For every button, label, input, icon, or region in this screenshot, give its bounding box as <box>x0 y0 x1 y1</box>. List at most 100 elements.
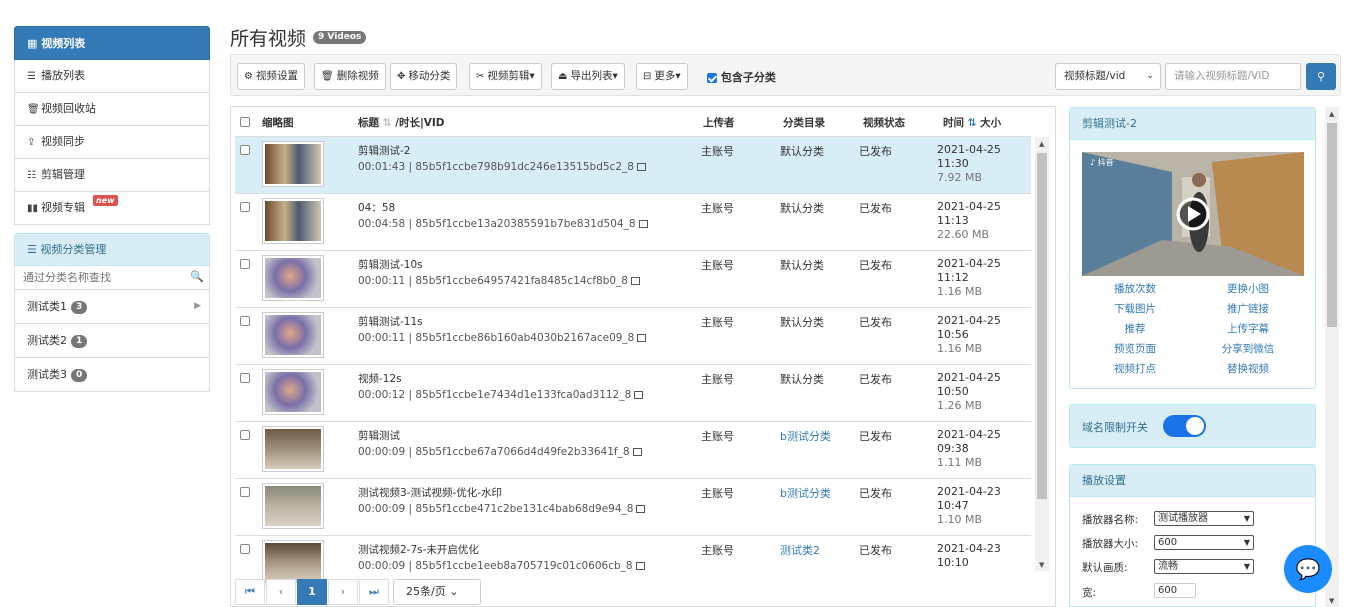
checkbox-checked[interactable] <box>707 73 717 83</box>
video-settings-button[interactable]: ⚙ 视频设置 <box>237 63 305 90</box>
search-button[interactable]: ⚲ <box>1306 63 1336 90</box>
category-search-input[interactable] <box>15 266 209 288</box>
video-title[interactable]: 测试视频3-测试视频-优化-水印 <box>358 485 502 500</box>
preview-page-link[interactable]: 预览页面 <box>1080 341 1190 356</box>
table-row[interactable]: 剪辑测试 00:00:09 | 85b5f1ccbe67a7066d4d49fe2… <box>235 421 1031 478</box>
video-title[interactable]: 剪辑测试-10s <box>358 257 423 272</box>
scrollbar-thumb[interactable] <box>1037 153 1047 499</box>
sort-icon[interactable]: ⇅ <box>379 117 395 129</box>
video-title[interactable]: 剪辑测试-11s <box>358 314 423 329</box>
table-row[interactable]: 04：58 00:04:58 | 85b5f1ccbe13a20385591b7b… <box>235 193 1031 250</box>
video-thumbnail[interactable] <box>262 255 324 301</box>
search-field-select[interactable]: 视频标题/vid ⌄ <box>1055 63 1161 90</box>
sidebar-header-video-list[interactable]: ▦ 视频列表 <box>14 26 210 60</box>
prev-page-button[interactable]: ‹ <box>266 579 296 605</box>
category-manage-header[interactable]: ☰ 视频分类管理 <box>14 233 210 266</box>
change-thumbnail-link[interactable]: 更换小图 <box>1193 281 1303 296</box>
export-list-dropdown[interactable]: ⏏ 导出列表▾ <box>551 63 625 90</box>
table-row[interactable]: 视频-12s 00:00:12 | 85b5f1ccbe1e7434d1e133f… <box>235 364 1031 421</box>
copy-icon[interactable] <box>637 334 647 342</box>
copy-icon[interactable] <box>638 220 648 228</box>
chat-button[interactable]: 💬 <box>1284 545 1332 593</box>
sidebar-item-sync[interactable]: ⇪ 视频同步 <box>14 126 210 159</box>
table-scrollbar[interactable]: ▲ ▼ <box>1035 137 1049 571</box>
video-title[interactable]: 视频-12s <box>358 371 402 386</box>
sort-desc-icon[interactable]: ⇅ <box>964 117 980 129</box>
row-checkbox[interactable] <box>240 145 250 155</box>
row-checkbox[interactable] <box>240 487 250 497</box>
video-title[interactable]: 测试视频2-7s-未开启优化 <box>358 542 479 557</box>
move-category-button[interactable]: ✥ 移动分类 <box>390 63 458 90</box>
upload-subtitle-link[interactable]: 上传字幕 <box>1193 321 1303 336</box>
video-thumbnail[interactable] <box>262 369 324 415</box>
sidebar-item-recycle[interactable]: 🗑视频回收站 <box>14 93 210 126</box>
select-all-checkbox[interactable] <box>240 117 250 127</box>
video-category[interactable]: b测试分类 <box>780 428 831 444</box>
row-checkbox[interactable] <box>240 373 250 383</box>
video-thumbnail[interactable] <box>262 198 324 244</box>
video-thumbnail[interactable] <box>262 312 324 358</box>
row-checkbox[interactable] <box>240 259 250 269</box>
sidebar-item-playlist[interactable]: ☰ 播放列表 <box>14 60 210 93</box>
page-1-button[interactable]: 1 <box>297 579 327 605</box>
video-markers-link[interactable]: 视频打点 <box>1080 361 1190 376</box>
col-title[interactable]: 标题 ⇅ /时长|VID <box>358 115 445 130</box>
video-title[interactable]: 剪辑测试 <box>358 428 400 443</box>
copy-icon[interactable] <box>634 391 644 399</box>
copy-icon[interactable] <box>632 448 642 456</box>
more-dropdown[interactable]: ⊟ 更多▾ <box>636 63 688 90</box>
recommend-link[interactable]: 推荐 <box>1080 321 1190 336</box>
table-row[interactable]: 剪辑测试-2 00:01:43 | 85b5f1ccbe798b91dc246e1… <box>235 136 1031 193</box>
delete-video-button[interactable]: 🗑 删除视频 <box>314 63 386 90</box>
per-page-select[interactable]: 25条/页 ⌄ <box>393 579 481 605</box>
video-thumbnail[interactable] <box>262 483 324 529</box>
category-item-3[interactable]: 测试类3 0 <box>14 358 210 392</box>
quality-select[interactable]: 流畅 ▼ <box>1154 559 1254 574</box>
width-input[interactable]: 600 <box>1154 583 1196 598</box>
video-title[interactable]: 04：58 <box>358 200 395 215</box>
caret-right-icon[interactable]: ▶ <box>194 290 201 323</box>
scroll-down-icon[interactable]: ▼ <box>1329 597 1334 605</box>
row-checkbox[interactable] <box>240 430 250 440</box>
col-time[interactable]: 时间 ⇅ 大小 <box>943 115 1001 130</box>
video-category[interactable]: b测试分类 <box>780 485 831 501</box>
replace-video-link[interactable]: 替换视频 <box>1193 361 1303 376</box>
download-image-link[interactable]: 下载图片 <box>1080 301 1190 316</box>
scrollbar-thumb[interactable] <box>1327 123 1337 327</box>
search-input[interactable]: 请输入视频标题/VID <box>1165 63 1301 90</box>
page-scrollbar[interactable]: ▲ ▼ <box>1325 107 1339 607</box>
table-row[interactable]: 测试视频3-测试视频-优化-水印 00:00:09 | 85b5f1ccbe471… <box>235 478 1031 535</box>
player-size-select[interactable]: 600 ▼ <box>1154 535 1254 550</box>
copy-icon[interactable] <box>635 562 645 570</box>
search-icon[interactable]: 🔍 <box>190 270 204 283</box>
video-thumbnail[interactable] <box>262 426 324 472</box>
promo-link[interactable]: 推广链接 <box>1193 301 1303 316</box>
category-item-2[interactable]: 测试类2 1 <box>14 324 210 358</box>
last-page-button[interactable]: ⏭ <box>359 579 389 605</box>
copy-icon[interactable] <box>636 505 646 513</box>
share-wechat-link[interactable]: 分享到微信 <box>1193 341 1303 356</box>
play-count-link[interactable]: 播放次数 <box>1080 281 1190 296</box>
sidebar-item-album[interactable]: ▮▮ 视频专辑 new <box>14 192 210 225</box>
player-name-select[interactable]: 测试播放器 ▼ <box>1154 511 1254 526</box>
row-checkbox[interactable] <box>240 202 250 212</box>
next-page-button[interactable]: › <box>328 579 358 605</box>
scroll-up-icon[interactable]: ▲ <box>1329 110 1334 118</box>
sidebar-item-clip-manage[interactable]: ☷ 剪辑管理 <box>14 159 210 192</box>
video-thumbnail[interactable] <box>262 141 324 187</box>
table-row[interactable]: 剪辑测试-11s 00:00:11 | 85b5f1ccbe86b160ab403… <box>235 307 1031 364</box>
include-subcategory-checkbox[interactable]: 包含子分类 <box>707 69 776 85</box>
scroll-up-icon[interactable]: ▲ <box>1039 140 1044 148</box>
row-checkbox[interactable] <box>240 316 250 326</box>
video-clip-dropdown[interactable]: ✂ 视频剪辑▾ <box>469 63 542 90</box>
copy-icon[interactable] <box>636 163 646 171</box>
table-row[interactable]: 剪辑测试-10s 00:00:11 | 85b5f1ccbe64957421fa8… <box>235 250 1031 307</box>
domain-limit-toggle[interactable] <box>1163 415 1206 437</box>
first-page-button[interactable]: ⏮ <box>235 579 265 605</box>
video-preview[interactable]: ♪ 抖音 <box>1082 152 1304 276</box>
row-checkbox[interactable] <box>240 544 250 554</box>
category-item-1[interactable]: 测试类1 3 ▶ <box>14 290 210 324</box>
video-title[interactable]: 剪辑测试-2 <box>358 143 410 158</box>
copy-icon[interactable] <box>630 277 640 285</box>
scroll-down-icon[interactable]: ▼ <box>1039 561 1044 569</box>
